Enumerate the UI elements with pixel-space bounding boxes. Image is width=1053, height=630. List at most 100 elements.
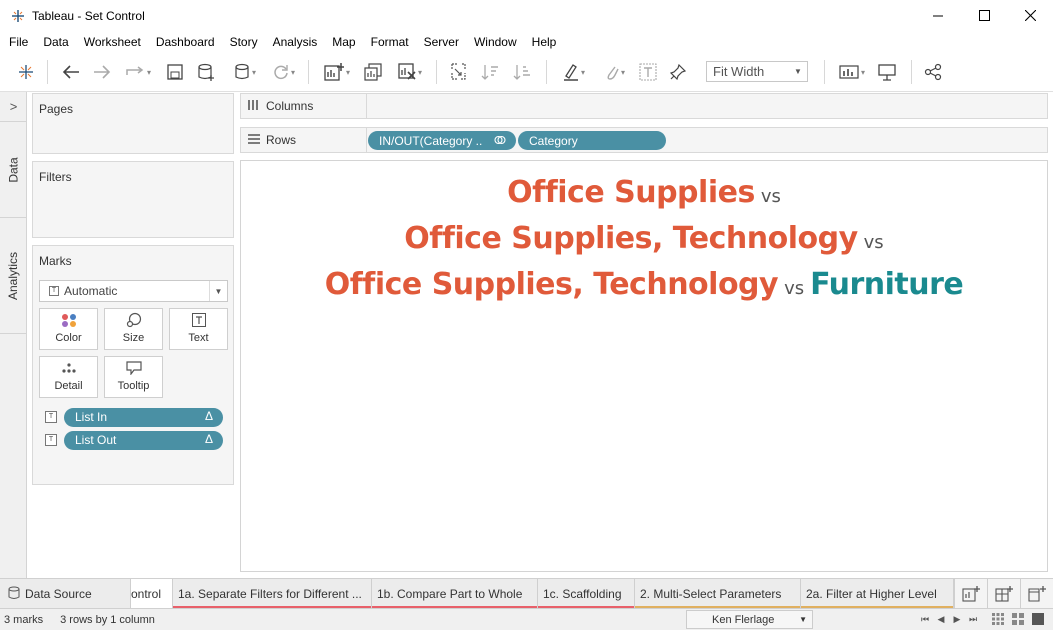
tab-set-control[interactable]: ontrol bbox=[131, 579, 173, 609]
text-button[interactable]: Text bbox=[169, 308, 228, 350]
filters-shelf[interactable]: Filters bbox=[32, 161, 234, 238]
next-page-icon[interactable]: ▶ bbox=[950, 608, 964, 630]
tab-sheet[interactable]: 2a. Filter at Higher Level bbox=[801, 579, 954, 609]
list-in-label: List In bbox=[75, 410, 108, 424]
menu-data[interactable]: Data bbox=[43, 35, 68, 49]
tab-sheet[interactable]: 1a. Separate Filters for Different ... bbox=[173, 579, 372, 609]
rows-shelf[interactable]: Rows IN/OUT(Category .. Category bbox=[240, 127, 1048, 153]
menu-worksheet[interactable]: Worksheet bbox=[84, 35, 141, 49]
fix-axes-icon[interactable] bbox=[667, 60, 689, 84]
menu-help[interactable]: Help bbox=[532, 35, 557, 49]
tab-analytics[interactable]: Analytics bbox=[0, 218, 27, 334]
tab-sheet[interactable]: 1c. Scaffolding bbox=[538, 579, 635, 609]
viz-row-2: Office Supplies, Technology vs bbox=[241, 221, 1047, 256]
last-page-icon[interactable]: ⏭ bbox=[966, 608, 980, 630]
menu-format[interactable]: Format bbox=[371, 35, 409, 49]
menu-bar: File Data Worksheet Dashboard Story Anal… bbox=[0, 31, 1053, 52]
pages-shelf[interactable]: Pages bbox=[32, 93, 234, 154]
fit-width-value: Fit Width bbox=[713, 64, 765, 79]
mark-type-value: Automatic bbox=[64, 284, 118, 298]
menu-window[interactable]: Window bbox=[474, 35, 517, 49]
refresh-icon[interactable]: ▾ bbox=[266, 60, 302, 84]
in-out-category-pill[interactable]: IN/OUT(Category .. bbox=[368, 131, 516, 150]
new-story-tab-icon[interactable] bbox=[1020, 579, 1053, 609]
tab-data-source[interactable]: Data Source bbox=[0, 579, 131, 609]
list-in-text: Office Supplies, Technology bbox=[404, 221, 858, 256]
expand-panel-icon[interactable]: > bbox=[0, 92, 27, 122]
new-worksheet-icon[interactable]: ▾ bbox=[318, 60, 356, 84]
menu-server[interactable]: Server bbox=[424, 35, 459, 49]
list-out-pill[interactable]: List Out Δ bbox=[64, 430, 223, 450]
viz-canvas[interactable]: Office Supplies vs Office Supplies, Techn… bbox=[240, 160, 1048, 572]
tab-label: ontrol bbox=[131, 587, 162, 601]
clear-sheet-icon[interactable]: ▾ bbox=[392, 60, 428, 84]
toolbar: ▾ ▾ ▾ ▾ ▾ ▾ ▾ ▾ bbox=[0, 52, 1053, 92]
menu-map[interactable]: Map bbox=[332, 35, 355, 49]
pause-updates-icon[interactable]: ▾ bbox=[227, 60, 263, 84]
previous-page-icon[interactable]: ◀ bbox=[934, 608, 948, 630]
tab-label: 2. Multi-Select Parameters bbox=[640, 587, 782, 601]
highlight-icon[interactable]: ▾ bbox=[556, 60, 592, 84]
filters-title: Filters bbox=[39, 170, 72, 184]
mark-field-list-out: T List Out Δ bbox=[45, 430, 223, 450]
detail-label: Detail bbox=[54, 380, 83, 392]
columns-shelf[interactable]: Columns bbox=[240, 93, 1048, 119]
category-pill[interactable]: Category bbox=[518, 131, 666, 150]
size-button[interactable]: Size bbox=[104, 308, 163, 350]
presentation-mode-icon[interactable] bbox=[876, 60, 898, 84]
tableau-start-icon[interactable] bbox=[14, 60, 38, 84]
tab-analytics-label: Analytics bbox=[6, 251, 21, 300]
tooltip-button[interactable]: Tooltip bbox=[104, 356, 163, 398]
menu-dashboard[interactable]: Dashboard bbox=[156, 35, 215, 49]
show-mark-labels-icon[interactable] bbox=[637, 60, 659, 84]
menu-analysis[interactable]: Analysis bbox=[273, 35, 318, 49]
swap-rows-columns-icon[interactable] bbox=[447, 60, 469, 84]
user-menu[interactable]: Ken Flerlage ▼ bbox=[686, 610, 813, 629]
minimize-icon[interactable] bbox=[915, 0, 961, 31]
color-button[interactable]: Color bbox=[39, 308, 98, 350]
text-mark-icon: T bbox=[45, 411, 57, 423]
undo-icon[interactable] bbox=[59, 60, 83, 84]
new-data-source-icon[interactable] bbox=[195, 60, 217, 84]
tab-label: 1b. Compare Part to Whole bbox=[377, 587, 523, 601]
group-members-icon[interactable]: ▾ bbox=[597, 60, 633, 84]
duplicate-sheet-icon[interactable] bbox=[362, 60, 384, 84]
size-icon bbox=[126, 311, 142, 329]
show-cards-icon[interactable]: ▾ bbox=[833, 60, 871, 84]
tab-label: 2a. Filter at Higher Level bbox=[806, 587, 937, 601]
menu-story[interactable]: Story bbox=[230, 35, 258, 49]
title-bar: Tableau - Set Control bbox=[0, 0, 1053, 31]
window-title: Tableau - Set Control bbox=[32, 8, 145, 23]
tab-sheet[interactable]: 1b. Compare Part to Whole bbox=[372, 579, 538, 609]
redo-icon[interactable] bbox=[90, 60, 114, 84]
tab-data[interactable]: Data bbox=[0, 122, 27, 218]
new-worksheet-tab-icon[interactable] bbox=[954, 579, 987, 609]
tabs-view-icon[interactable] bbox=[1030, 608, 1046, 630]
close-icon[interactable] bbox=[1007, 0, 1053, 31]
detail-button[interactable]: Detail bbox=[39, 356, 98, 398]
filmstrip-view-icon[interactable] bbox=[1010, 608, 1026, 630]
tab-sheet[interactable]: 2. Multi-Select Parameters bbox=[635, 579, 801, 609]
share-icon[interactable] bbox=[922, 60, 944, 84]
list-in-pill[interactable]: List In Δ bbox=[64, 407, 223, 427]
first-page-icon[interactable]: ⏮ bbox=[918, 608, 932, 630]
replay-icon[interactable]: ▾ bbox=[120, 60, 156, 84]
detail-icon bbox=[61, 359, 77, 377]
mark-type-select[interactable]: T Automatic ▼ bbox=[39, 280, 228, 302]
vs-text: vs bbox=[760, 186, 781, 207]
sort-descending-icon[interactable] bbox=[511, 60, 533, 84]
menu-file[interactable]: File bbox=[9, 35, 28, 49]
pages-title: Pages bbox=[39, 102, 74, 116]
new-dashboard-tab-icon[interactable] bbox=[987, 579, 1020, 609]
text-label: Text bbox=[188, 332, 209, 344]
fit-width-select[interactable]: Fit Width ▼ bbox=[706, 61, 808, 82]
vs-text: vs bbox=[784, 278, 805, 299]
save-icon[interactable] bbox=[164, 60, 186, 84]
chevron-down-icon: ▼ bbox=[209, 281, 227, 301]
sort-ascending-icon[interactable] bbox=[479, 60, 501, 84]
grid-view-icon[interactable] bbox=[990, 608, 1006, 630]
maximize-icon[interactable] bbox=[961, 0, 1007, 31]
columns-icon bbox=[248, 99, 260, 113]
columns-label: Columns bbox=[266, 99, 314, 113]
text-mark-icon: T bbox=[49, 286, 59, 296]
